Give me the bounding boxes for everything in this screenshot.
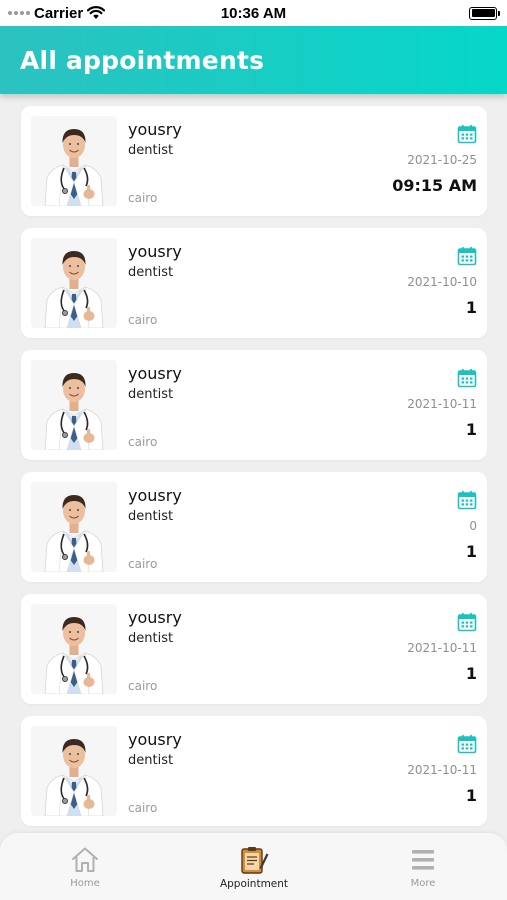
doctor-name: yousry	[128, 730, 182, 749]
doctor-specialty: dentist	[128, 265, 174, 280]
battery-icon	[469, 6, 500, 20]
appointment-date: 2021-10-25	[407, 153, 477, 167]
doctor-specialty: dentist	[128, 631, 174, 646]
doctor-city: cairo	[128, 313, 158, 327]
appointment-card[interactable]: yousry dentist cairo 2021-10-25 09:15 AM	[21, 106, 487, 216]
appointments-list: yousry dentist cairo 2021-10-25 09:15 AM	[21, 106, 487, 838]
doctor-name: yousry	[128, 120, 182, 139]
doctor-avatar	[31, 482, 117, 572]
calendar-icon	[457, 490, 477, 510]
nav-appointment[interactable]: Appointment	[194, 833, 314, 900]
appointment-time: 09:15 AM	[392, 176, 477, 195]
doctor-avatar	[31, 360, 117, 450]
appointment-date: 2021-10-11	[407, 641, 477, 655]
appointment-card[interactable]: yousry dentist cairo 2021-10-11 1	[21, 716, 487, 826]
doctor-avatar	[31, 238, 117, 328]
calendar-icon	[457, 246, 477, 266]
doctor-city: cairo	[128, 679, 158, 693]
nav-more-label: More	[410, 878, 436, 889]
appointment-card[interactable]: yousry dentist cairo 0 1	[21, 472, 487, 582]
doctor-avatar	[31, 116, 117, 206]
doctor-city: cairo	[128, 801, 158, 815]
wifi-icon	[87, 6, 106, 19]
doctor-avatar	[31, 726, 117, 816]
bottom-nav: Home Appointment More	[0, 833, 507, 900]
app-header: All appointments	[0, 26, 507, 94]
doctor-specialty: dentist	[128, 387, 174, 402]
appointment-time: 1	[465, 298, 477, 317]
menu-icon	[408, 845, 438, 875]
nav-home[interactable]: Home	[25, 833, 145, 900]
calendar-icon	[457, 734, 477, 754]
doctor-specialty: dentist	[128, 753, 174, 768]
doctor-specialty: dentist	[128, 509, 174, 524]
appointment-card[interactable]: yousry dentist cairo 2021-10-11 1	[21, 350, 487, 460]
nav-home-label: Home	[70, 878, 100, 889]
doctor-name: yousry	[128, 364, 182, 383]
carrier-info: Carrier	[8, 4, 106, 22]
doctor-city: cairo	[128, 435, 158, 449]
carrier-name: Carrier	[34, 4, 84, 22]
appointment-card[interactable]: yousry dentist cairo 2021-10-11 1	[21, 594, 487, 704]
signal-icon	[8, 11, 30, 15]
doctor-avatar	[31, 604, 117, 694]
appointment-date: 2021-10-10	[407, 275, 477, 289]
nav-appointment-label: Appointment	[219, 878, 289, 890]
page-title: All appointments	[20, 45, 265, 75]
appointment-time: 1	[465, 664, 477, 683]
calendar-icon	[457, 612, 477, 632]
appointment-notepad-icon	[239, 845, 269, 875]
doctor-specialty: dentist	[128, 143, 174, 158]
doctor-city: cairo	[128, 557, 158, 571]
calendar-icon	[457, 124, 477, 144]
doctor-name: yousry	[128, 242, 182, 261]
appointment-date: 2021-10-11	[407, 397, 477, 411]
appointment-time: 1	[465, 786, 477, 805]
nav-more[interactable]: More	[363, 833, 483, 900]
appointment-date: 0	[469, 519, 477, 533]
doctor-name: yousry	[128, 486, 182, 505]
doctor-city: cairo	[128, 191, 158, 205]
doctor-name: yousry	[128, 608, 182, 627]
home-icon	[70, 845, 100, 875]
calendar-icon	[457, 368, 477, 388]
appointment-card[interactable]: yousry dentist cairo 2021-10-10 1	[21, 228, 487, 338]
status-bar: Carrier 10:36 AM	[0, 0, 507, 26]
appointment-date: 2021-10-11	[407, 763, 477, 777]
appointment-time: 1	[465, 542, 477, 561]
appointment-time: 1	[465, 420, 477, 439]
